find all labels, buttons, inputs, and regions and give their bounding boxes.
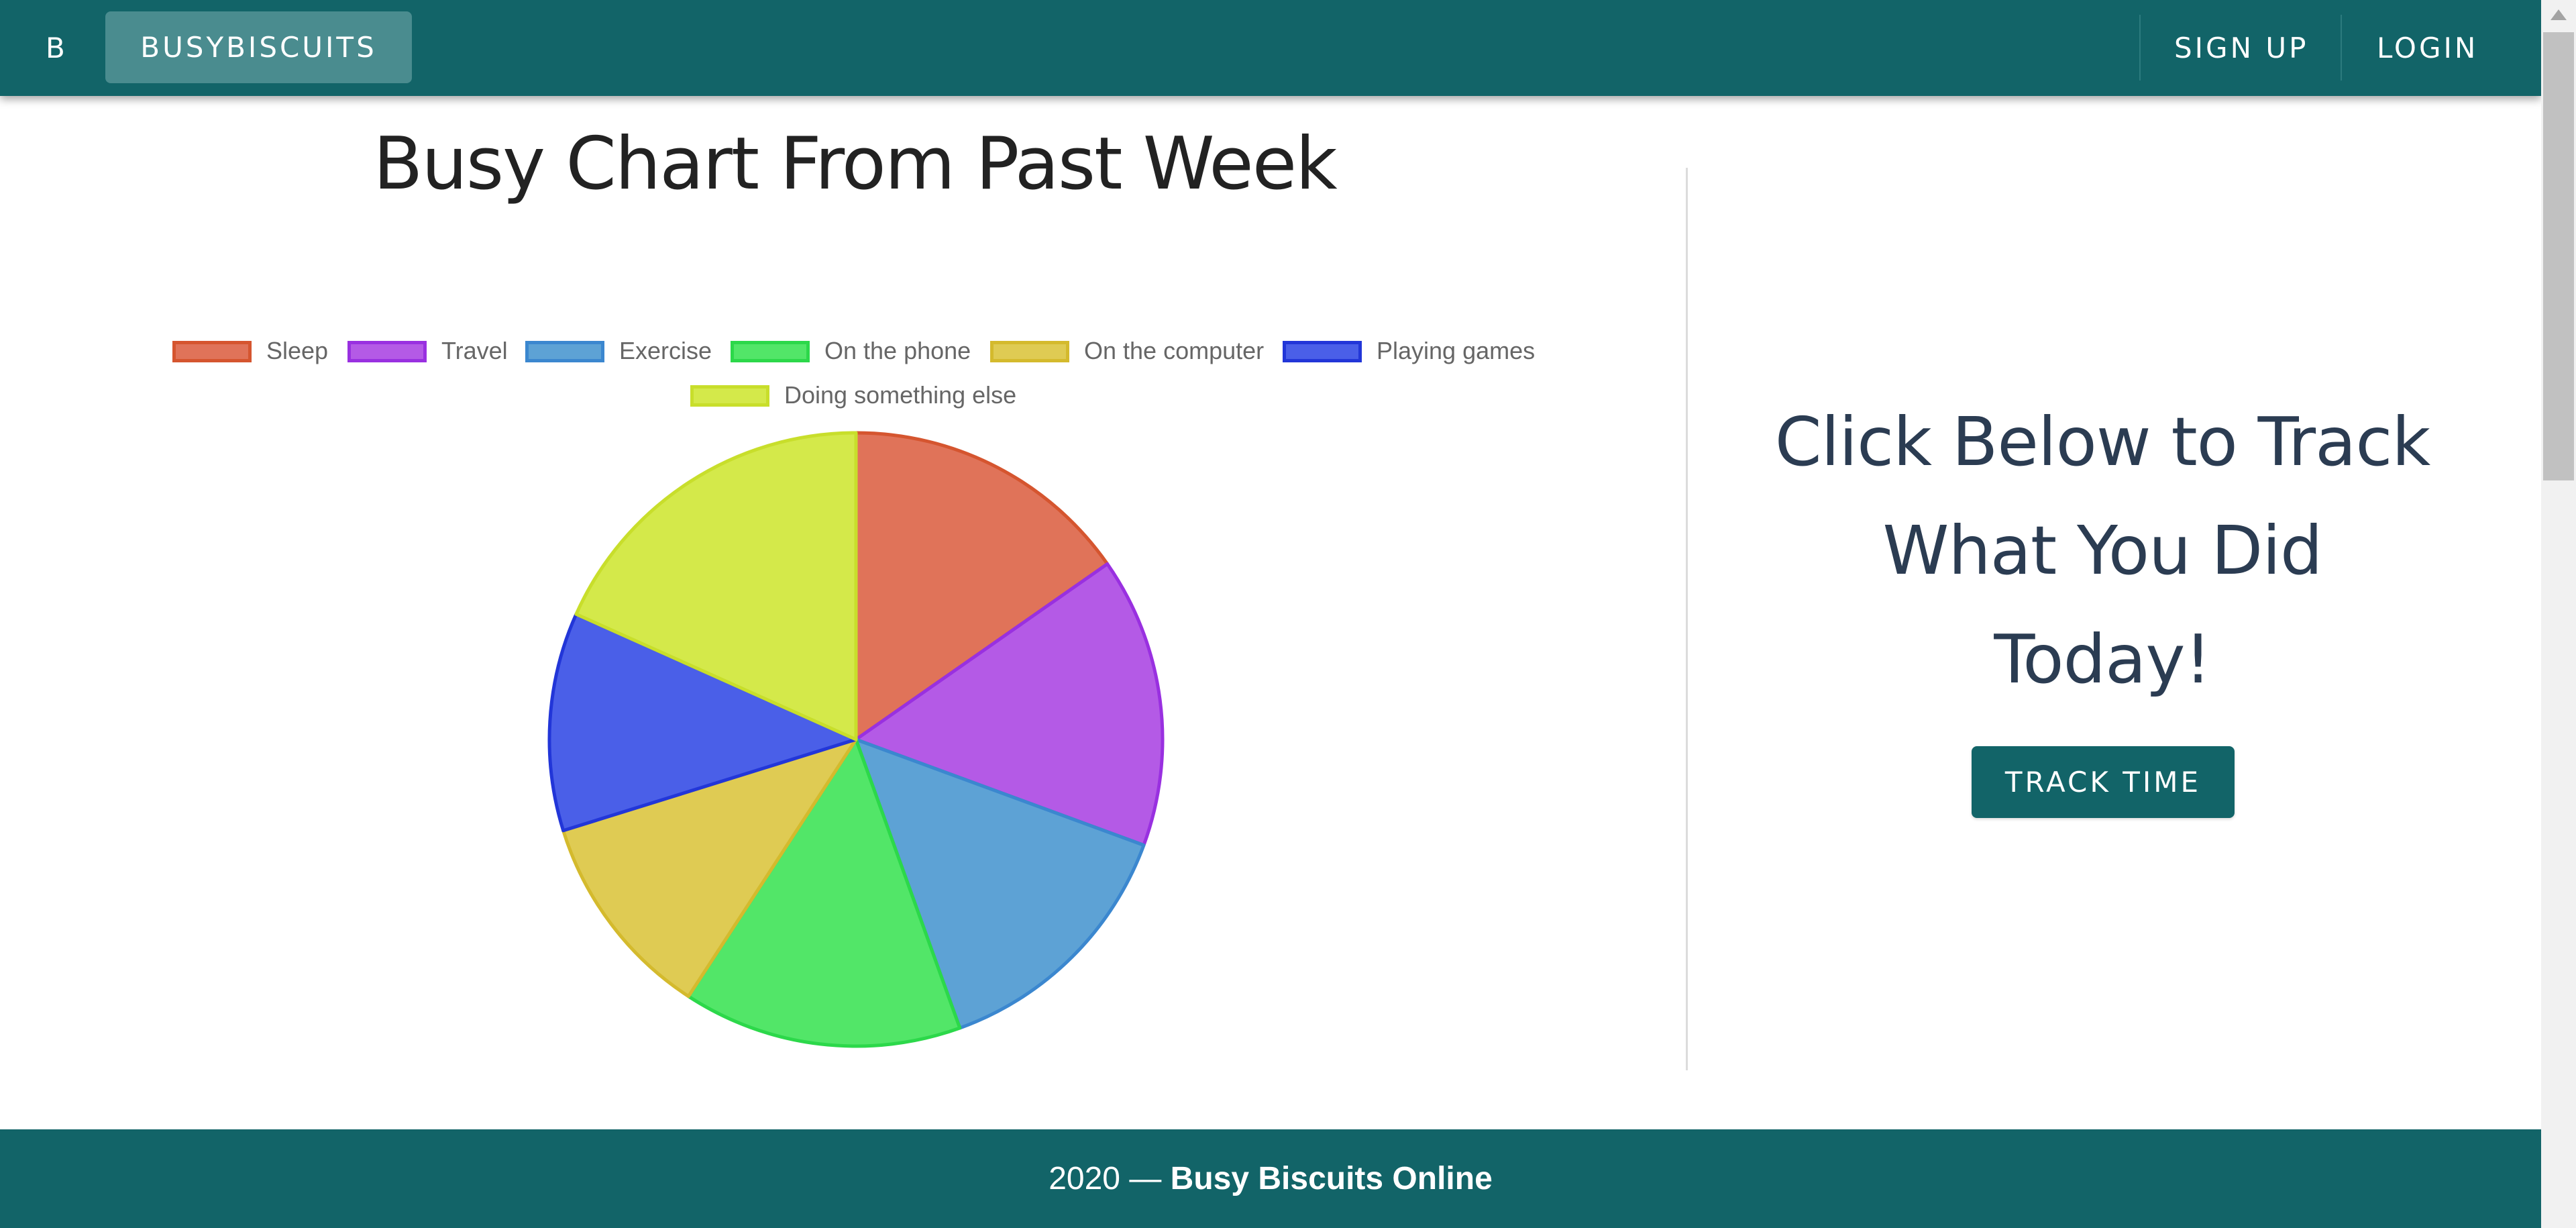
brand-home-button[interactable]: BUSYBISCUITS bbox=[105, 11, 412, 83]
cta-heading-line: Today! bbox=[1994, 620, 2211, 699]
nav-divider bbox=[2341, 15, 2342, 81]
footer-year-text: 2020 — bbox=[1049, 1161, 1171, 1196]
legend-swatch bbox=[172, 341, 252, 362]
track-time-button[interactable]: TRACK TIME bbox=[1972, 746, 2235, 818]
cta-heading: Click Below to Track What You Did Today! bbox=[1717, 388, 2487, 714]
legend-swatch bbox=[525, 341, 604, 362]
legend-label: Sleep bbox=[266, 337, 329, 364]
sign-up-link[interactable]: SIGN UP bbox=[2174, 0, 2308, 96]
legend-label: On the computer bbox=[1084, 337, 1265, 364]
nav-divider bbox=[2139, 15, 2141, 81]
vertical-scrollbar[interactable] bbox=[2541, 0, 2576, 1228]
legend-swatch bbox=[990, 341, 1069, 362]
scroll-up-arrow-icon[interactable] bbox=[2551, 9, 2567, 20]
cta-heading-line: What You Did bbox=[1882, 511, 2323, 590]
legend-label: Exercise bbox=[619, 337, 712, 364]
legend-label: Travel bbox=[441, 337, 508, 364]
legend-label: Playing games bbox=[1377, 337, 1536, 364]
cta-heading-line: Click Below to Track bbox=[1774, 403, 2431, 481]
footer-site-name: Busy Biscuits Online bbox=[1170, 1161, 1493, 1196]
legend-label: Doing something else bbox=[784, 381, 1017, 409]
panel-divider bbox=[1686, 168, 1688, 1070]
footer: 2020 — Busy Biscuits Online bbox=[0, 1129, 2541, 1228]
top-navbar: B BUSYBISCUITS SIGN UP LOGIN bbox=[0, 0, 2541, 96]
legend-swatch bbox=[1283, 341, 1362, 362]
legend-swatch bbox=[731, 341, 810, 362]
chart-title: Busy Chart From Past Week bbox=[373, 122, 1337, 206]
legend-swatch bbox=[347, 341, 427, 362]
legend-swatch bbox=[690, 385, 769, 407]
legend-label: On the phone bbox=[824, 337, 971, 364]
brand-logo-letter[interactable]: B bbox=[46, 0, 66, 96]
login-link[interactable]: LOGIN bbox=[2377, 0, 2478, 96]
scrollbar-thumb[interactable] bbox=[2543, 32, 2574, 480]
